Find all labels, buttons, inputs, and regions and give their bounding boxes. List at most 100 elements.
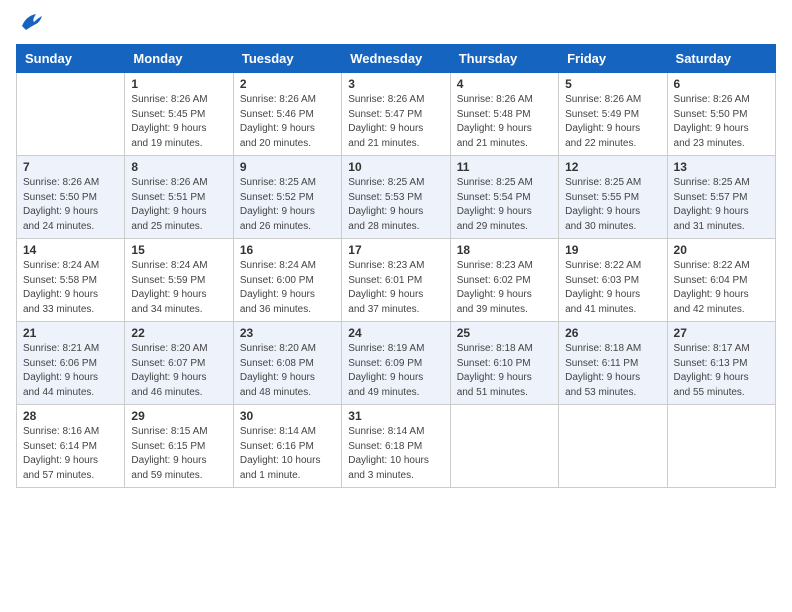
day-number: 10 xyxy=(348,160,443,174)
day-info: Sunrise: 8:25 AM Sunset: 5:53 PM Dayligh… xyxy=(348,176,443,234)
header-friday: Friday xyxy=(559,45,667,73)
day-number: 11 xyxy=(457,160,552,174)
calendar-cell: 13 Sunrise: 8:25 AM Sunset: 5:57 PM Dayli… xyxy=(667,156,775,239)
day-info: Sunrise: 8:25 AM Sunset: 5:52 PM Dayligh… xyxy=(240,176,335,234)
day-number: 24 xyxy=(348,326,443,340)
day-number: 21 xyxy=(23,326,118,340)
calendar-cell: 3Sunrise: 8:26 AM Sunset: 5:47 PM Daylig… xyxy=(342,73,450,156)
day-info: Sunrise: 8:14 AM Sunset: 6:16 PM Dayligh… xyxy=(240,425,335,483)
calendar-cell: 27Sunrise: 8:17 AM Sunset: 6:13 PM Dayli… xyxy=(667,322,775,405)
week-row: 28 Sunrise: 8:16 AM Sunset: 6:14 PM Dayli… xyxy=(17,405,776,488)
day-info: Sunrise: 8:26 AM Sunset: 5:45 PM Dayligh… xyxy=(131,93,226,151)
day-number: 18 xyxy=(457,243,552,257)
day-info: Sunrise: 8:23 AM Sunset: 6:02 PM Dayligh… xyxy=(457,259,552,317)
day-number: 17 xyxy=(348,243,443,257)
page-header xyxy=(16,16,776,34)
day-info: Sunrise: 8:22 AM Sunset: 6:03 PM Dayligh… xyxy=(565,259,660,317)
day-number: 23 xyxy=(240,326,335,340)
week-row: 1 Sunrise: 8:26 AM Sunset: 5:45 PM Daylig… xyxy=(17,73,776,156)
header-monday: Monday xyxy=(125,45,233,73)
day-number: 25 xyxy=(457,326,552,340)
week-row: 7Sunrise: 8:26 AM Sunset: 5:50 PM Daylig… xyxy=(17,156,776,239)
day-number: 20 xyxy=(674,243,769,257)
day-info: Sunrise: 8:26 AM Sunset: 5:50 PM Dayligh… xyxy=(23,176,118,234)
day-info: Sunrise: 8:21 AM Sunset: 6:06 PM Dayligh… xyxy=(23,342,118,400)
calendar-cell: 25Sunrise: 8:18 AM Sunset: 6:10 PM Dayli… xyxy=(450,322,558,405)
day-number: 4 xyxy=(457,77,552,91)
calendar-cell: 26 Sunrise: 8:18 AM Sunset: 6:11 PM Dayli… xyxy=(559,322,667,405)
calendar-cell xyxy=(450,405,558,488)
logo xyxy=(16,16,44,34)
day-number: 29 xyxy=(131,409,226,423)
day-number: 13 xyxy=(674,160,769,174)
header-sunday: Sunday xyxy=(17,45,125,73)
day-info: Sunrise: 8:24 AM Sunset: 6:00 PM Dayligh… xyxy=(240,259,335,317)
day-number: 31 xyxy=(348,409,443,423)
day-info: Sunrise: 8:17 AM Sunset: 6:13 PM Dayligh… xyxy=(674,342,769,400)
calendar-cell: 12 Sunrise: 8:25 AM Sunset: 5:55 PM Dayli… xyxy=(559,156,667,239)
calendar-cell: 19 Sunrise: 8:22 AM Sunset: 6:03 PM Dayli… xyxy=(559,239,667,322)
calendar-cell: 5Sunrise: 8:26 AM Sunset: 5:49 PM Daylig… xyxy=(559,73,667,156)
day-number: 1 xyxy=(131,77,226,91)
calendar-cell: 23 Sunrise: 8:20 AM Sunset: 6:08 PM Dayli… xyxy=(233,322,341,405)
day-number: 22 xyxy=(131,326,226,340)
calendar-cell: 17 Sunrise: 8:23 AM Sunset: 6:01 PM Dayli… xyxy=(342,239,450,322)
day-number: 19 xyxy=(565,243,660,257)
header-saturday: Saturday xyxy=(667,45,775,73)
day-info: Sunrise: 8:25 AM Sunset: 5:57 PM Dayligh… xyxy=(674,176,769,234)
calendar-cell xyxy=(667,405,775,488)
calendar-cell: 20 Sunrise: 8:22 AM Sunset: 6:04 PM Dayli… xyxy=(667,239,775,322)
day-number: 16 xyxy=(240,243,335,257)
day-info: Sunrise: 8:26 AM Sunset: 5:50 PM Dayligh… xyxy=(674,93,769,151)
day-info: Sunrise: 8:26 AM Sunset: 5:48 PM Dayligh… xyxy=(457,93,552,151)
day-info: Sunrise: 8:18 AM Sunset: 6:11 PM Dayligh… xyxy=(565,342,660,400)
calendar-cell: 31 Sunrise: 8:14 AM Sunset: 6:18 PM Dayli… xyxy=(342,405,450,488)
calendar-cell: 7Sunrise: 8:26 AM Sunset: 5:50 PM Daylig… xyxy=(17,156,125,239)
calendar-cell: 30 Sunrise: 8:14 AM Sunset: 6:16 PM Dayli… xyxy=(233,405,341,488)
day-info: Sunrise: 8:19 AM Sunset: 6:09 PM Dayligh… xyxy=(348,342,443,400)
day-number: 30 xyxy=(240,409,335,423)
day-info: Sunrise: 8:20 AM Sunset: 6:07 PM Dayligh… xyxy=(131,342,226,400)
bird-icon xyxy=(18,12,44,34)
calendar-cell: 11 Sunrise: 8:25 AM Sunset: 5:54 PM Dayli… xyxy=(450,156,558,239)
calendar-cell xyxy=(17,73,125,156)
day-number: 28 xyxy=(23,409,118,423)
calendar-cell: 15Sunrise: 8:24 AM Sunset: 5:59 PM Dayli… xyxy=(125,239,233,322)
day-info: Sunrise: 8:15 AM Sunset: 6:15 PM Dayligh… xyxy=(131,425,226,483)
day-number: 3 xyxy=(348,77,443,91)
day-number: 15 xyxy=(131,243,226,257)
calendar-cell: 4 Sunrise: 8:26 AM Sunset: 5:48 PM Daylig… xyxy=(450,73,558,156)
day-info: Sunrise: 8:22 AM Sunset: 6:04 PM Dayligh… xyxy=(674,259,769,317)
day-number: 6 xyxy=(674,77,769,91)
calendar-cell: 21 Sunrise: 8:21 AM Sunset: 6:06 PM Dayli… xyxy=(17,322,125,405)
calendar-cell: 6 Sunrise: 8:26 AM Sunset: 5:50 PM Daylig… xyxy=(667,73,775,156)
day-info: Sunrise: 8:25 AM Sunset: 5:55 PM Dayligh… xyxy=(565,176,660,234)
day-number: 26 xyxy=(565,326,660,340)
calendar-cell: 2 Sunrise: 8:26 AM Sunset: 5:46 PM Daylig… xyxy=(233,73,341,156)
day-number: 5 xyxy=(565,77,660,91)
calendar-cell xyxy=(559,405,667,488)
calendar-cell: 28 Sunrise: 8:16 AM Sunset: 6:14 PM Dayli… xyxy=(17,405,125,488)
calendar-cell: 18 Sunrise: 8:23 AM Sunset: 6:02 PM Dayli… xyxy=(450,239,558,322)
day-info: Sunrise: 8:16 AM Sunset: 6:14 PM Dayligh… xyxy=(23,425,118,483)
calendar-cell: 16 Sunrise: 8:24 AM Sunset: 6:00 PM Dayli… xyxy=(233,239,341,322)
day-info: Sunrise: 8:14 AM Sunset: 6:18 PM Dayligh… xyxy=(348,425,443,483)
day-info: Sunrise: 8:26 AM Sunset: 5:46 PM Dayligh… xyxy=(240,93,335,151)
calendar-cell: 8Sunrise: 8:26 AM Sunset: 5:51 PM Daylig… xyxy=(125,156,233,239)
day-number: 14 xyxy=(23,243,118,257)
day-info: Sunrise: 8:23 AM Sunset: 6:01 PM Dayligh… xyxy=(348,259,443,317)
calendar-cell: 29 Sunrise: 8:15 AM Sunset: 6:15 PM Dayli… xyxy=(125,405,233,488)
day-number: 12 xyxy=(565,160,660,174)
calendar-cell: 24 Sunrise: 8:19 AM Sunset: 6:09 PM Dayli… xyxy=(342,322,450,405)
day-info: Sunrise: 8:20 AM Sunset: 6:08 PM Dayligh… xyxy=(240,342,335,400)
day-number: 2 xyxy=(240,77,335,91)
day-info: Sunrise: 8:25 AM Sunset: 5:54 PM Dayligh… xyxy=(457,176,552,234)
day-number: 8 xyxy=(131,160,226,174)
calendar-header-row: SundayMondayTuesdayWednesdayThursdayFrid… xyxy=(17,45,776,73)
calendar-cell: 10 Sunrise: 8:25 AM Sunset: 5:53 PM Dayli… xyxy=(342,156,450,239)
header-wednesday: Wednesday xyxy=(342,45,450,73)
calendar-cell: 22 Sunrise: 8:20 AM Sunset: 6:07 PM Dayli… xyxy=(125,322,233,405)
week-row: 21 Sunrise: 8:21 AM Sunset: 6:06 PM Dayli… xyxy=(17,322,776,405)
week-row: 14Sunrise: 8:24 AM Sunset: 5:58 PM Dayli… xyxy=(17,239,776,322)
calendar-cell: 9Sunrise: 8:25 AM Sunset: 5:52 PM Daylig… xyxy=(233,156,341,239)
